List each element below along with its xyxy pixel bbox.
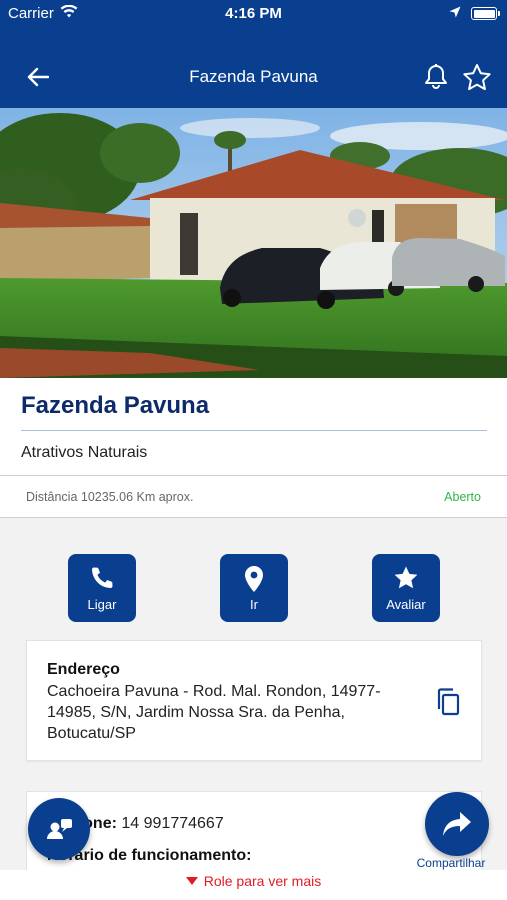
farm-house-photo <box>0 108 507 378</box>
call-button[interactable]: Ligar <box>68 554 136 622</box>
phone-icon <box>68 565 136 593</box>
status-time: 4:16 PM <box>225 5 282 22</box>
status-bar: Carrier 4:16 PM <box>0 0 507 28</box>
share-arrow-icon <box>443 812 471 836</box>
battery-icon <box>471 7 500 20</box>
address-card: Endereço Cachoeira Pavuna - Rod. Mal. Ro… <box>26 640 482 761</box>
directions-button[interactable]: Ir <box>220 554 288 622</box>
distance-label: Distância 10235.06 Km aprox. <box>26 490 194 504</box>
hero-photo <box>0 108 507 378</box>
share-label[interactable]: Compartilhar <box>405 856 497 870</box>
star-outline-icon <box>463 63 491 90</box>
app-bar: Carrier 4:16 PM Fazenda Pavuna <box>0 0 507 108</box>
open-status-label: Aberto <box>444 490 481 504</box>
location-arrow-icon <box>449 5 461 22</box>
rate-button-label: Avaliar <box>386 597 426 612</box>
call-button-label: Ligar <box>87 597 117 612</box>
scroll-hint-label: Role para ver mais <box>203 873 322 889</box>
bell-icon <box>425 64 447 89</box>
directions-button-label: Ir <box>250 597 258 612</box>
voice-assist-icon <box>47 819 72 839</box>
star-icon <box>372 565 440 593</box>
title-divider <box>21 430 487 431</box>
address-text: Cachoeira Pavuna - Rod. Mal. Rondon, 149… <box>47 683 381 742</box>
rate-button[interactable]: Avaliar <box>372 554 440 622</box>
divider <box>0 475 507 476</box>
category-label: Atrativos Naturais <box>21 444 148 461</box>
voice-assist-button[interactable] <box>28 798 90 860</box>
share-button[interactable] <box>425 792 489 856</box>
copy-icon <box>437 688 460 716</box>
divider <box>0 517 507 518</box>
navigation-bar: Fazenda Pavuna <box>0 50 507 104</box>
copy-address-button[interactable] <box>431 684 465 720</box>
favorite-button[interactable] <box>460 61 494 93</box>
address-title: Endereço <box>47 661 120 678</box>
notifications-button[interactable] <box>421 61 451 93</box>
scroll-hint: Role para ver mais <box>0 870 507 900</box>
phone-value: 14 991774667 <box>121 815 224 832</box>
place-title: Fazenda Pavuna <box>21 392 210 419</box>
triangle-down-icon <box>185 877 198 885</box>
title-section: Fazenda Pavuna Atrativos Naturais Distân… <box>0 378 507 518</box>
location-pin-icon <box>220 565 288 593</box>
